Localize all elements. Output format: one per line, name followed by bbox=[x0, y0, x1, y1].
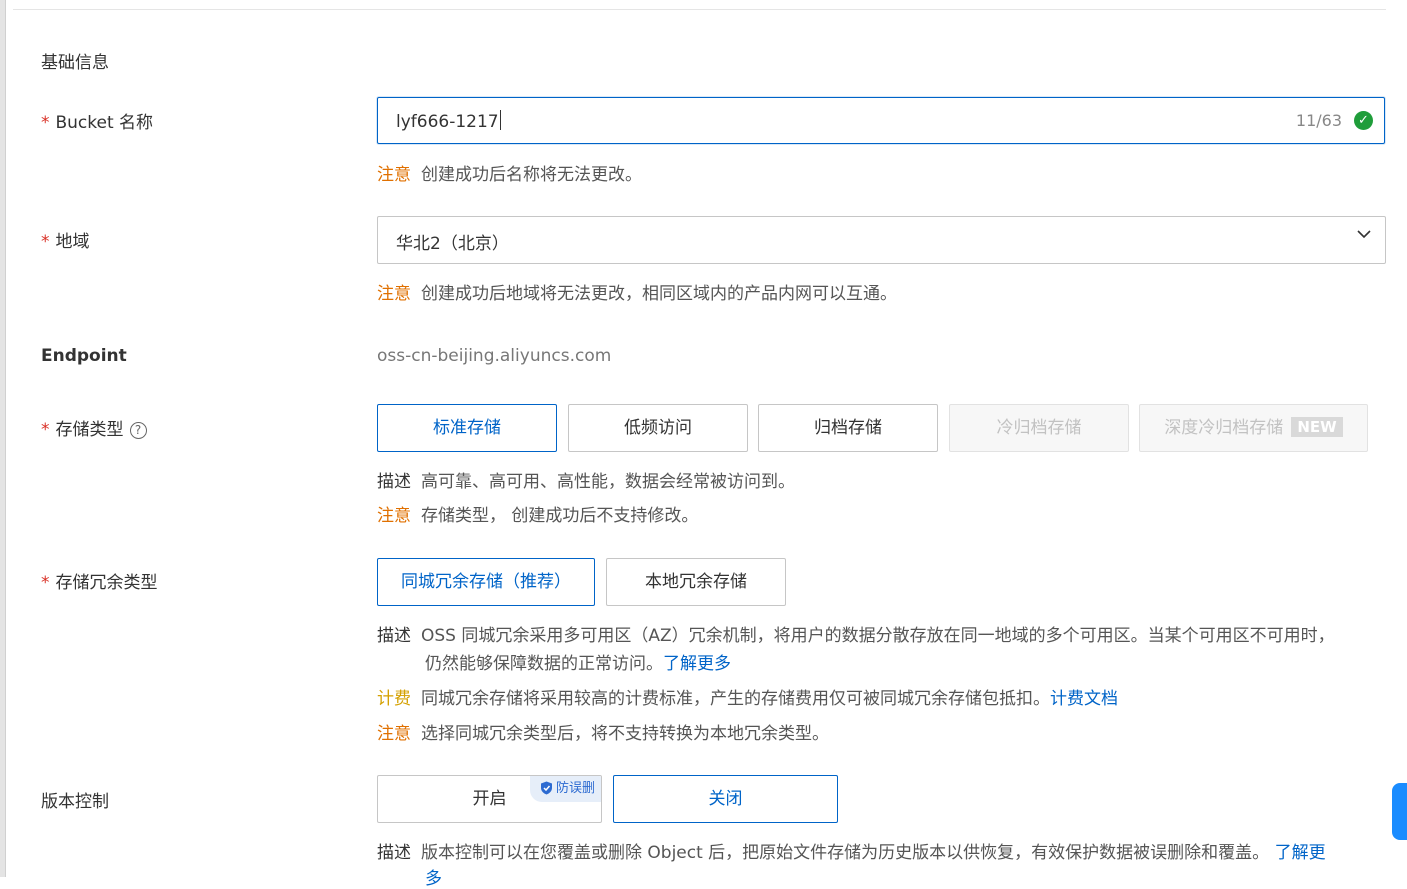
redundancy-note: 注意 选择同城冗余类型后，将不支持转换为本地冗余类型。 bbox=[377, 719, 829, 744]
versioning-label: 版本控制 bbox=[41, 792, 109, 812]
versioning-on-text: 开启 bbox=[472, 789, 507, 809]
desc-tag: 描述 bbox=[377, 843, 411, 863]
new-badge: NEW bbox=[1291, 417, 1343, 437]
text-caret bbox=[499, 110, 502, 130]
check-circle-icon: ✓ bbox=[1354, 111, 1373, 130]
fee-text: 同城冗余存储将采用较高的计费标准，产生的存储费用仅可被同城冗余存储包抵扣。 bbox=[421, 689, 1050, 709]
left-panel-edge bbox=[0, 0, 6, 877]
note-text: 创建成功后地域将无法更改，相同区域内的产品内网可以互通。 bbox=[421, 284, 897, 304]
floating-help-button[interactable] bbox=[1392, 783, 1407, 840]
bucket-name-note: 注意 创建成功后名称将无法更改。 bbox=[377, 160, 642, 185]
storage-class-note: 注意 存储类型， 创建成功后不支持修改。 bbox=[377, 501, 698, 526]
shield-icon bbox=[540, 781, 552, 795]
versioning-option-off[interactable]: 关闭 bbox=[613, 775, 838, 823]
redundancy-option-zrs[interactable]: 同城冗余存储（推荐） bbox=[377, 558, 595, 606]
pricing-doc-link[interactable]: 计费文档 bbox=[1050, 689, 1118, 709]
region-label-text: 地域 bbox=[55, 232, 90, 252]
desc-text-line2: 仍然能够保障数据的正常访问。 bbox=[425, 654, 663, 674]
note-tag: 注意 bbox=[377, 724, 411, 744]
region-value: 华北2（北京） bbox=[396, 234, 509, 254]
versioning-desc: 描述 版本控制可以在您覆盖或删除 Object 后，把原始文件存储为历史版本以供恢… bbox=[377, 838, 1326, 863]
desc-tag: 描述 bbox=[377, 472, 411, 492]
redundancy-option-lrs[interactable]: 本地冗余存储 bbox=[606, 558, 786, 606]
storage-option-cold-archive: 冷归档存储 bbox=[949, 404, 1129, 452]
note-text: 选择同城冗余类型后，将不支持转换为本地冗余类型。 bbox=[421, 724, 829, 744]
bucket-name-label-text: Bucket 名称 bbox=[55, 113, 154, 133]
redundancy-desc: 描述 OSS 同城冗余采用多可用区（AZ）冗余机制，将用户的数据分散存放在同一地域… bbox=[377, 621, 1335, 646]
required-mark: * bbox=[41, 113, 50, 133]
bucket-name-value: lyf666-1217 bbox=[396, 112, 499, 132]
storage-class-label-text: 存储类型 bbox=[55, 420, 124, 440]
chevron-down-icon bbox=[1357, 230, 1371, 239]
desc-text: 版本控制可以在您覆盖或删除 Object 后，把原始文件存储为历史版本以供恢复，… bbox=[421, 843, 1270, 863]
storage-class-label: * 存储类型? bbox=[41, 415, 147, 440]
deep-cold-archive-text: 深度冷归档存储 bbox=[1164, 418, 1284, 438]
note-tag: 注意 bbox=[377, 284, 411, 304]
required-mark: * bbox=[41, 232, 50, 252]
storage-option-ia[interactable]: 低频访问 bbox=[568, 404, 748, 452]
fee-tag: 计费 bbox=[377, 689, 411, 709]
required-mark: * bbox=[41, 573, 50, 593]
learn-more-link[interactable]: 了解更 bbox=[1275, 843, 1326, 863]
anti-delete-badge-text: 防误删 bbox=[555, 781, 595, 796]
storage-class-desc: 描述 高可靠、高可用、高性能，数据会经常被访问到。 bbox=[377, 467, 795, 492]
help-icon[interactable]: ? bbox=[129, 422, 147, 439]
region-label: * 地域 bbox=[41, 227, 90, 252]
note-text: 存储类型， 创建成功后不支持修改。 bbox=[421, 506, 699, 526]
learn-more-link[interactable]: 了解更多 bbox=[663, 654, 731, 674]
storage-option-standard[interactable]: 标准存储 bbox=[377, 404, 557, 452]
desc-text: 高可靠、高可用、高性能，数据会经常被访问到。 bbox=[421, 472, 795, 492]
note-tag: 注意 bbox=[377, 506, 411, 526]
storage-option-deep-cold-archive: 深度冷归档存储 NEW bbox=[1139, 404, 1368, 452]
endpoint-label: Endpoint bbox=[41, 346, 127, 366]
anti-delete-badge: 防误删 bbox=[529, 776, 601, 802]
section-title: 基础信息 bbox=[41, 53, 109, 73]
region-note: 注意 创建成功后地域将无法更改，相同区域内的产品内网可以互通。 bbox=[377, 279, 897, 304]
bucket-name-label: * Bucket 名称 bbox=[41, 108, 153, 133]
region-select[interactable]: 华北2（北京） bbox=[377, 216, 1386, 264]
desc-tag: 描述 bbox=[377, 626, 411, 646]
redundancy-label: * 存储冗余类型 bbox=[41, 568, 158, 593]
redundancy-fee: 计费 同城冗余存储将采用较高的计费标准，产生的存储费用仅可被同城冗余存储包抵扣。计… bbox=[377, 684, 1118, 709]
required-mark: * bbox=[41, 420, 50, 440]
redundancy-label-text: 存储冗余类型 bbox=[55, 573, 158, 593]
desc-text-line1: OSS 同城冗余采用多可用区（AZ）冗余机制，将用户的数据分散存放在同一地域的多… bbox=[421, 626, 1335, 646]
note-text: 创建成功后名称将无法更改。 bbox=[421, 165, 642, 185]
storage-option-archive[interactable]: 归档存储 bbox=[758, 404, 938, 452]
versioning-option-on[interactable]: 开启 防误删 bbox=[377, 775, 602, 823]
learn-more-link-continued[interactable]: 多 bbox=[425, 869, 442, 889]
top-divider bbox=[13, 9, 1386, 10]
endpoint-value: oss-cn-beijing.aliyuncs.com bbox=[377, 346, 612, 366]
char-counter: 11/63 bbox=[1295, 111, 1342, 130]
redundancy-desc-line2: 仍然能够保障数据的正常访问。了解更多 bbox=[425, 649, 731, 674]
bucket-name-input[interactable]: lyf666-1217 11/63 ✓ bbox=[377, 97, 1385, 144]
note-tag: 注意 bbox=[377, 165, 411, 185]
